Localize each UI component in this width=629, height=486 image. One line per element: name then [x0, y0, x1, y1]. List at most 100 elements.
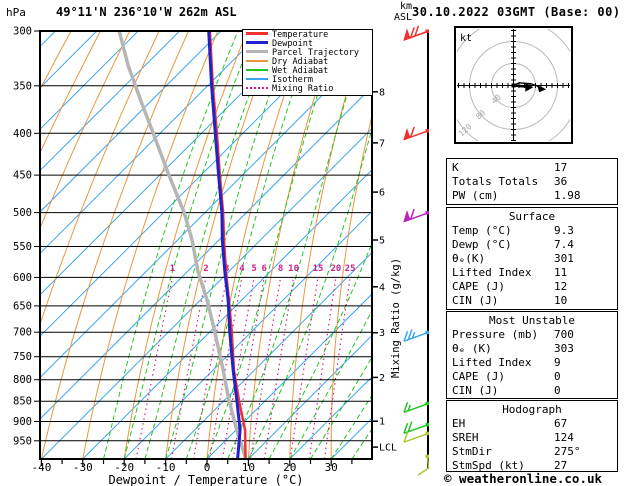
- svg-text:3: 3: [379, 328, 385, 339]
- stat-label: EH: [452, 417, 466, 430]
- svg-text:4: 4: [239, 264, 245, 274]
- wind-barb: [403, 208, 429, 223]
- svg-text:950: 950: [13, 435, 32, 447]
- dewpoint-line-swatch: [246, 41, 268, 44]
- stat-value: 0: [554, 370, 561, 383]
- isotherm-line-swatch: [246, 77, 268, 80]
- stat-value: 301: [554, 252, 574, 265]
- svg-text:15: 15: [313, 264, 324, 274]
- surface-row-cape: CAPE (J) 12: [452, 280, 617, 294]
- svg-text:400: 400: [13, 128, 32, 140]
- legend-label: Mixing Ratio: [272, 84, 334, 94]
- stat-label: CIN (J): [452, 294, 499, 307]
- legend-item-mixing-ratio: Mixing Ratio: [243, 85, 372, 94]
- svg-text:1: 1: [379, 417, 385, 428]
- stat-value: 275°: [554, 445, 581, 458]
- svg-text:7: 7: [379, 138, 385, 149]
- svg-text:2: 2: [379, 373, 385, 384]
- svg-text:450: 450: [13, 170, 32, 182]
- svg-text:900: 900: [13, 416, 32, 428]
- wind-barb: [403, 401, 429, 414]
- stat-value: 124: [554, 431, 574, 444]
- wind-barb: [403, 421, 429, 435]
- wind-barbs: [403, 25, 430, 476]
- hodograph: 4080120kt: [454, 26, 573, 144]
- svg-text:750: 750: [13, 351, 32, 363]
- most-unstable-panel: Most Unstable Pressure (mb) 700 θₑ (K) 303…: [446, 311, 618, 399]
- svg-text:600: 600: [13, 272, 32, 284]
- hodo-row-stmdir: StmDir 275°: [452, 445, 617, 459]
- svg-text:8: 8: [278, 264, 283, 274]
- stat-value: 9.3: [554, 224, 574, 237]
- surface-row-cin: CIN (J) 10: [452, 294, 617, 308]
- wind-barb: [403, 431, 429, 443]
- svg-text:800: 800: [13, 374, 32, 386]
- surface-row-temp: Temp (°C) 9.3: [452, 224, 617, 238]
- mu-row-cin: CIN (J) 0: [452, 384, 617, 398]
- surface-panel: Surface Temp (°C) 9.3 Dewp (°C) 7.4 θₑ(K) 3…: [446, 207, 618, 310]
- stat-label: Totals Totals: [452, 175, 539, 188]
- stat-label: SREH: [452, 431, 479, 444]
- dry-adiabat-line-swatch: [246, 59, 268, 62]
- stat-value: 36: [554, 175, 568, 188]
- mixing-ratio-lines: [135, 277, 351, 458]
- svg-text:350: 350: [13, 80, 32, 92]
- parcel-line-swatch: [246, 50, 268, 53]
- stat-label: StmDir: [452, 445, 492, 458]
- stat-label: K: [452, 161, 459, 174]
- stat-value: 700: [554, 328, 574, 341]
- wind-barb: [403, 126, 429, 141]
- hodograph-header: Hodograph: [502, 403, 562, 416]
- altitude-axis: 8 7 6 5 4 3 2 1 LCL: [371, 31, 429, 468]
- mixing-ratio-axis-title: Mixing Ratio (g/kg): [390, 257, 402, 379]
- stat-value: 7.4: [554, 238, 574, 251]
- stat-value: 12: [554, 280, 568, 293]
- svg-text:500: 500: [13, 207, 32, 219]
- most-unstable-header: Most Unstable: [488, 314, 576, 327]
- svg-text:6: 6: [379, 188, 385, 199]
- stat-value: 10: [554, 294, 568, 307]
- stat-label: θₑ(K): [452, 252, 486, 265]
- stat-row-totals: Totals Totals 36: [452, 175, 617, 189]
- stat-value: 11: [554, 266, 568, 279]
- stat-label: CAPE (J): [452, 280, 505, 293]
- stat-label: CIN (J): [452, 384, 499, 397]
- svg-text:300: 300: [13, 26, 32, 38]
- svg-text:2: 2: [203, 264, 208, 274]
- stat-value: 67: [554, 417, 568, 430]
- sounding-chart-page: 1 2 3 4 5 6 8 10 15 20 25 300 350 400 450 500 550 600 650 7…: [0, 0, 629, 486]
- svg-text:20: 20: [330, 264, 341, 274]
- mu-row-thetae: θₑ (K) 303: [452, 342, 617, 356]
- svg-text:LCL: LCL: [379, 443, 397, 454]
- hodograph-panel: Hodograph EH 67 SREH 124 StmDir 275° StmSpd…: [446, 400, 618, 472]
- stat-row-k: K 17: [452, 161, 617, 175]
- svg-text:25: 25: [345, 264, 356, 274]
- wet-adiabat-line-swatch: [246, 68, 268, 71]
- mu-row-li: Lifted Index 9: [452, 356, 617, 370]
- surface-panel-header: Surface: [508, 210, 556, 223]
- svg-text:700: 700: [13, 327, 32, 339]
- stat-label: CAPE (J): [452, 370, 505, 383]
- svg-text:550: 550: [13, 241, 32, 253]
- surface-row-li: Lifted Index 11: [452, 266, 617, 280]
- stat-label: Lifted Index: [452, 266, 532, 279]
- stat-label: Temp (°C): [452, 224, 512, 237]
- svg-text:kt: kt: [460, 33, 472, 44]
- svg-text:850: 850: [13, 396, 32, 408]
- stat-value: 0: [554, 384, 561, 397]
- stat-value: 17: [554, 161, 568, 174]
- svg-text:6: 6: [261, 264, 266, 274]
- svg-text:5: 5: [251, 264, 256, 274]
- stat-row-pw: PW (cm) 1.98: [452, 189, 617, 203]
- stat-value: 9: [554, 356, 561, 369]
- altitude-unit-label: km: [399, 1, 412, 12]
- svg-text:4: 4: [379, 282, 385, 293]
- x-axis-ticks: -40 -30 -20 -10 0 10 20 30: [31, 460, 353, 474]
- stat-label: Pressure (mb): [452, 328, 539, 341]
- mu-row-pressure: Pressure (mb) 700: [452, 328, 617, 342]
- surface-row-dewp: Dewp (°C) 7.4: [452, 238, 617, 252]
- stat-label: θₑ (K): [452, 342, 492, 355]
- wind-barb: [403, 25, 429, 41]
- copyright-text: © weatheronline.co.uk: [444, 471, 603, 486]
- svg-text:5: 5: [379, 235, 385, 246]
